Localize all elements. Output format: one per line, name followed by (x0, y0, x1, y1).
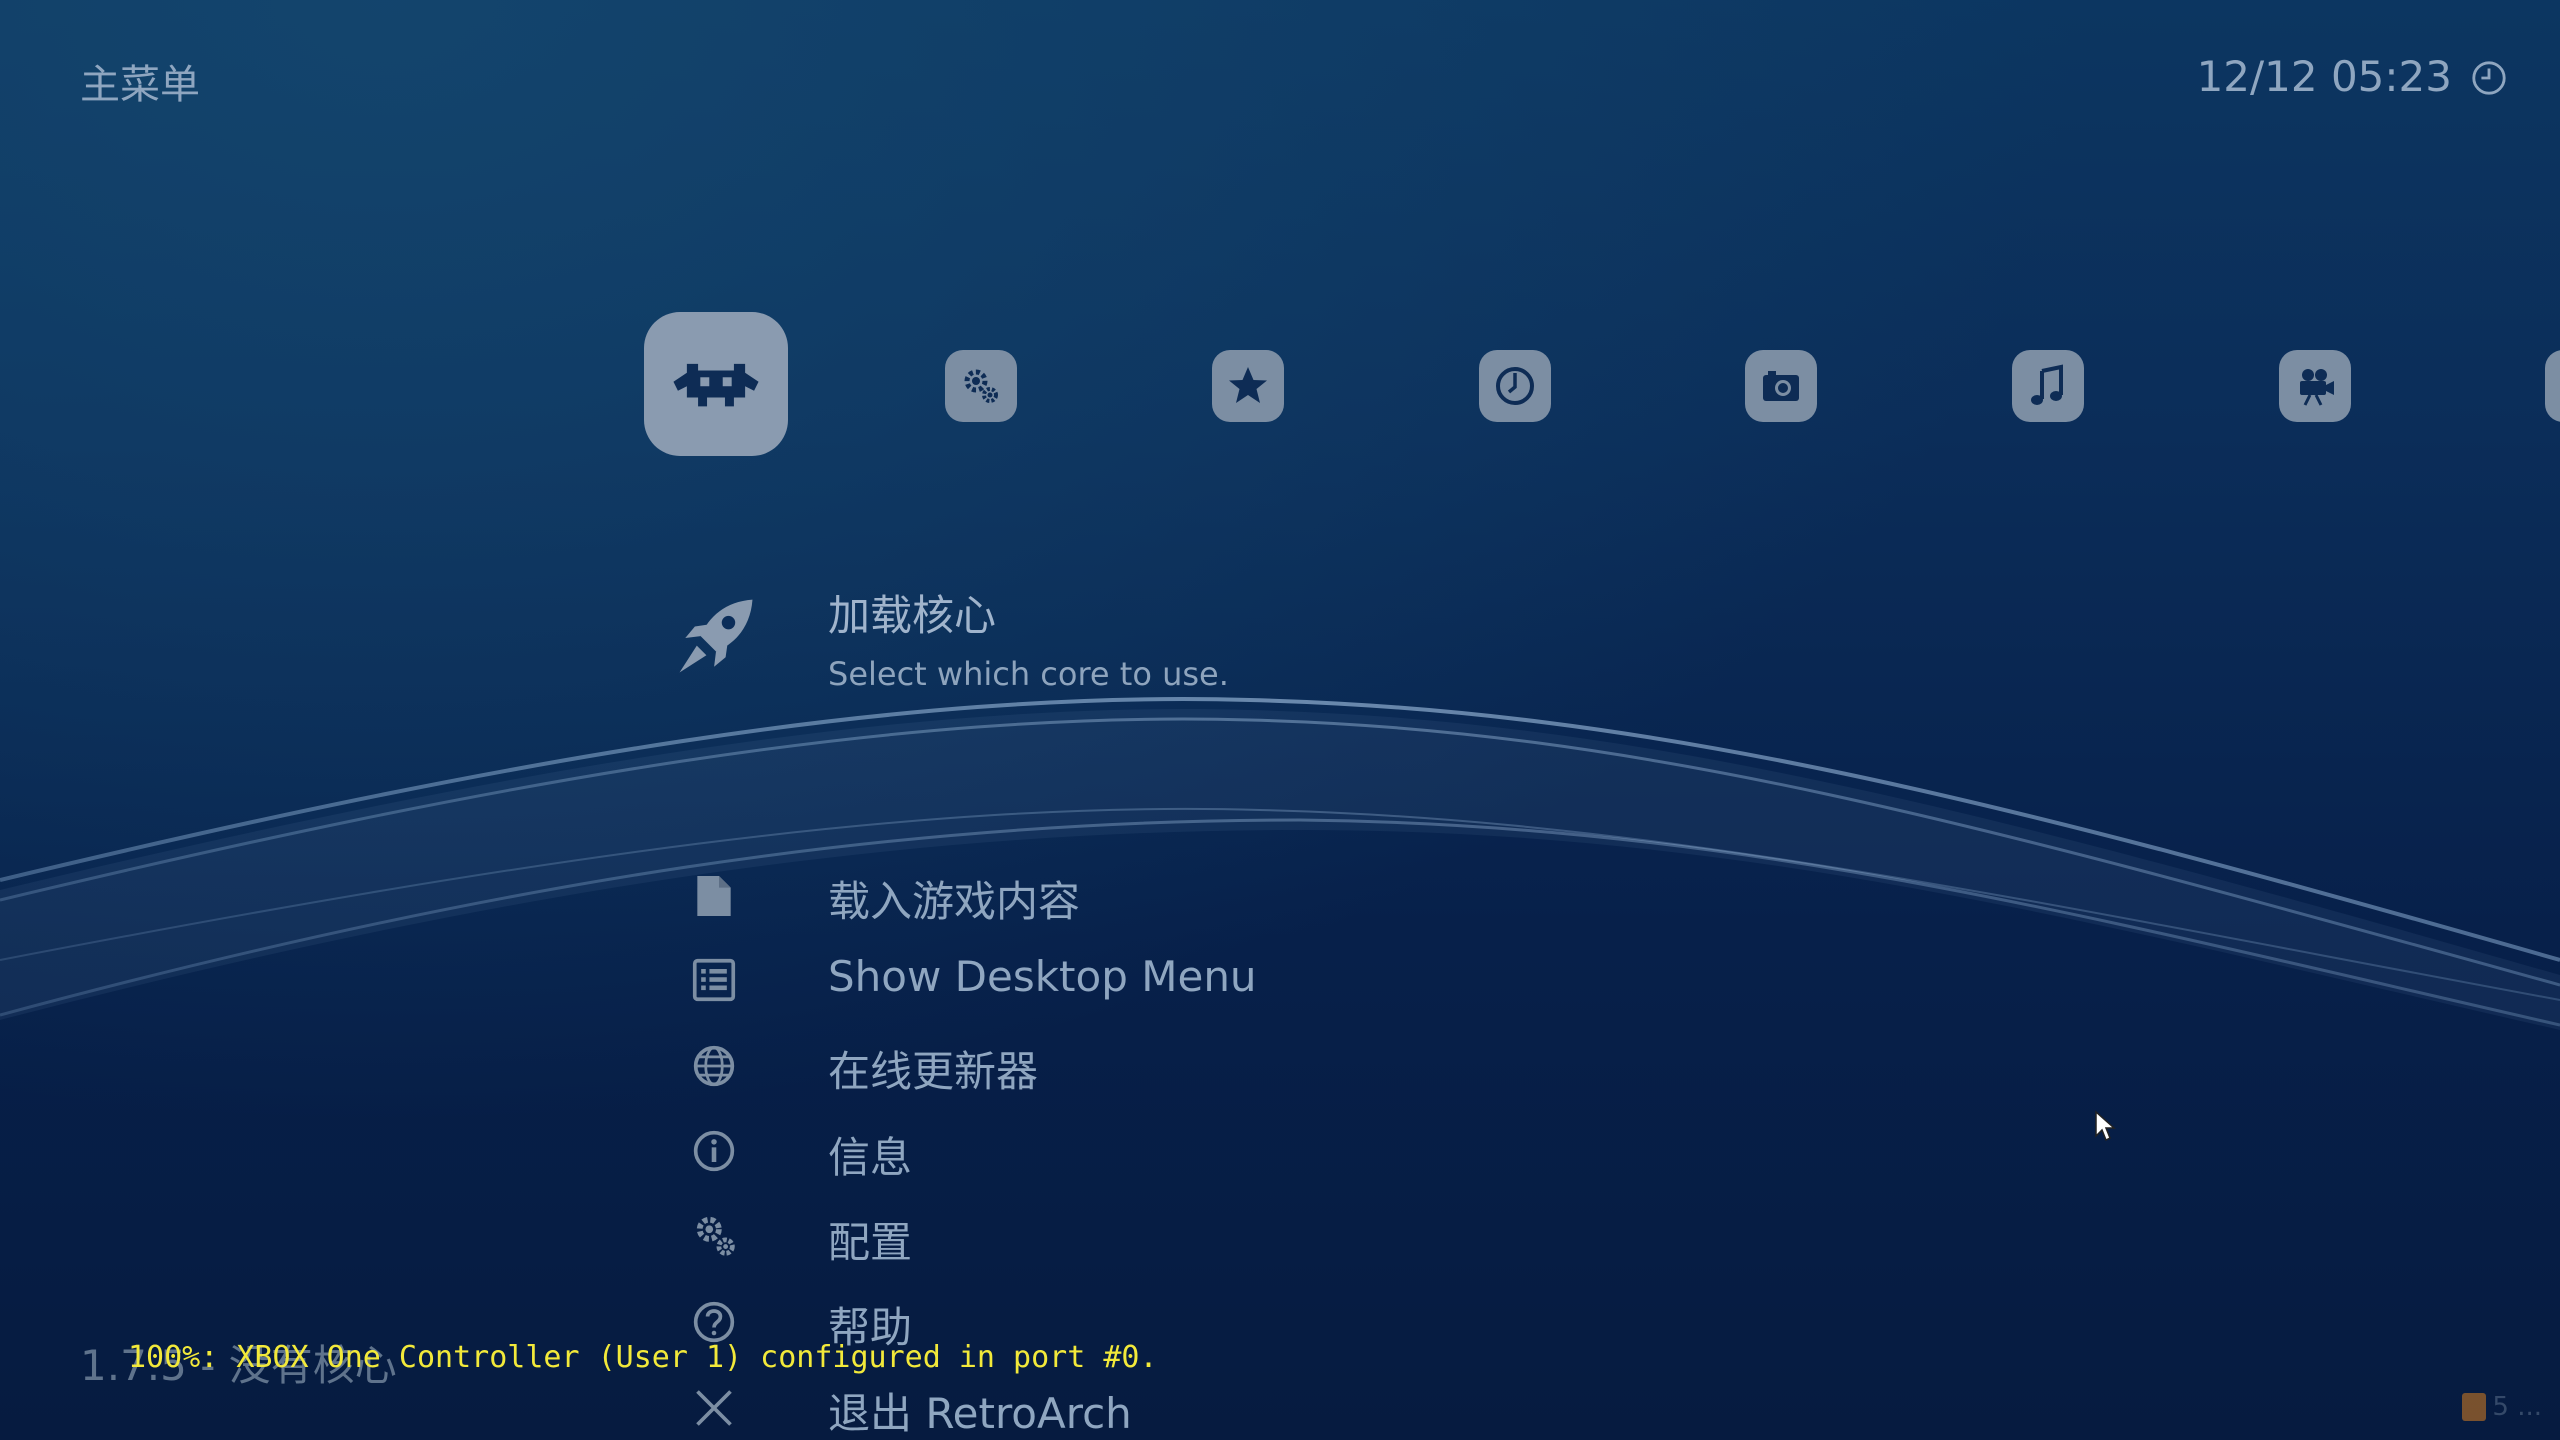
menu-item-sublabel: Select which core to use. (828, 655, 1229, 693)
menu-item-label: 配置 (828, 1218, 913, 1267)
watermark-text: 5 ... (2492, 1392, 2542, 1422)
rocket-icon (668, 590, 764, 686)
mouse-cursor-icon (2095, 1110, 2116, 1142)
tab-main-menu[interactable] (644, 312, 788, 456)
favorites-star-icon (1229, 367, 1267, 403)
watermark-logo-icon (2462, 1393, 2487, 1421)
list-icon (690, 956, 738, 1004)
watermark: 5 ... (2462, 1392, 2542, 1422)
category-tabs (0, 0, 2560, 520)
info-icon (690, 1127, 738, 1175)
tab-video[interactable] (2279, 350, 2351, 422)
video-camera-icon (2300, 369, 2334, 406)
tab-settings[interactable] (945, 350, 1017, 422)
music-note-icon (2031, 364, 2063, 405)
partial-tab-icon (2556, 361, 2560, 411)
retroarch-invader-icon (673, 363, 759, 407)
help-icon (690, 1298, 738, 1346)
tab-music[interactable] (2012, 350, 2084, 422)
settings-icon (690, 1210, 742, 1262)
menu-item-label: Show Desktop Menu (828, 952, 1257, 1001)
menu-item-label: 信息 (828, 1133, 913, 1182)
close-icon (690, 1384, 738, 1432)
history-clock-icon (1496, 367, 1534, 405)
menu-item-label: 退出 RetroArch (828, 1389, 1132, 1438)
menu-item-label: 加载核心 (828, 591, 997, 640)
tab-favorites[interactable] (1212, 350, 1284, 422)
retroarch-xmb-screen: 主菜单 12/12 05:23 加载核心 Select which core t… (0, 0, 2560, 1440)
file-icon (690, 870, 738, 922)
settings-gears-icon (964, 369, 998, 403)
tab-partial[interactable] (2545, 350, 2560, 422)
menu-item-label: 在线更新器 (828, 1047, 1039, 1096)
tab-images[interactable] (1745, 350, 1817, 422)
tab-history[interactable] (1479, 350, 1551, 422)
menu-item-label: 载入游戏内容 (828, 877, 1081, 926)
osd-notification: 100%: XBOX One Controller (User 1) confi… (128, 1340, 1158, 1375)
globe-icon (690, 1042, 738, 1090)
images-camera-icon (1763, 371, 1799, 401)
